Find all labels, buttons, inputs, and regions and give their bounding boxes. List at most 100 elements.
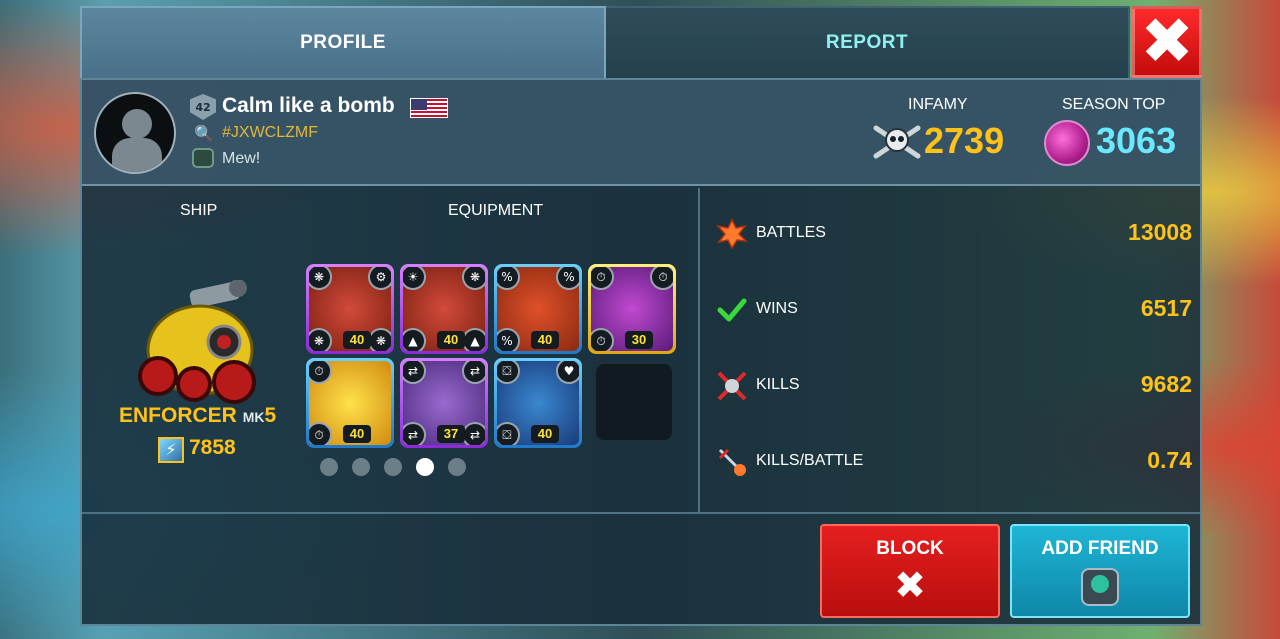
avatar-head-icon [122,109,152,139]
card-level: 40 [531,425,559,443]
tab-profile[interactable]: PROFILE [80,6,606,78]
equipment-card[interactable]: ❋ ⚙ ❋ ❋ 40 [306,264,394,354]
equipment-card[interactable]: ⛋ ♥ ⛋ 40 [494,358,582,448]
stat-row-wins: WINS 6517 [716,290,1192,330]
search-icon: 🔍 [194,124,214,143]
bff-icon [1081,568,1119,606]
player-status: Mew! [222,150,261,167]
page-dot[interactable] [448,458,466,476]
wins-label: WINS [756,300,798,317]
battles-label: BATTLES [756,224,826,241]
wins-value: 6517 [1140,295,1192,321]
avatar-body-icon [112,138,162,172]
empty-equipment-slot[interactable] [596,364,672,440]
profile-body: 42 Calm like a bomb 🔍 #JXWCLZMF Mew! INF… [80,78,1202,626]
explosion-icon [716,218,748,250]
kills-per-battle-value: 0.74 [1147,447,1192,473]
ship-name-text: ENFORCER [119,404,237,427]
beetle-icon: ❋ [309,267,332,290]
shield-icon: ⛋ [497,361,520,384]
card-level: 40 [343,425,371,443]
player-tag[interactable]: #JXWCLZMF [222,124,318,142]
flame-icon: ▲ [462,328,485,351]
timer-icon: ⏱ [591,267,614,290]
kills-value: 9682 [1140,371,1192,397]
timer-icon: ⏱ [650,267,673,290]
x-icon: ✖ [894,563,926,607]
beetle-icon: ❋ [368,328,391,351]
percent-icon: % [556,267,579,290]
player-header: 42 Calm like a bomb 🔍 #JXWCLZMF Mew! INF… [82,80,1200,186]
stats-section: BATTLES 13008 WINS 6517 KILLS 9682 KILLS… [702,188,1200,512]
kills-per-battle-label: KILLS/BATTLE [756,452,864,469]
crossed-skull-icon [717,371,747,401]
tab-report[interactable]: REPORT [606,6,1130,78]
percent-icon: % [497,267,520,290]
timer-icon: ⏱ [591,328,614,351]
card-level: 40 [437,331,465,349]
percent-icon: % [497,328,520,351]
add-friend-button-label: ADD FRIEND [1041,538,1159,559]
block-button-label: BLOCK [876,538,944,559]
block-button[interactable]: BLOCK ✖ [820,524,1000,618]
tab-bar: PROFILE REPORT [80,6,1130,78]
stat-row-battles: BATTLES 13008 [716,214,1192,254]
stat-row-kills: KILLS 9682 [716,366,1192,406]
season-trophy-icon [1044,120,1090,166]
battles-value: 13008 [1128,219,1192,245]
us-flag-icon [410,98,448,118]
infamy-value: 2739 [924,120,1005,161]
card-level: 30 [625,331,653,349]
season-top-label: SEASON TOP [1062,96,1166,113]
arrows-icon: ⇄ [462,422,485,445]
timer-icon: ⏱ [309,361,332,384]
arrows-icon: ⇄ [403,361,426,384]
ship-label: SHIP [180,202,218,219]
ship-mk-label: MK [242,409,265,425]
kills-label: KILLS [756,376,800,393]
power-bolt-icon: ⚡ [158,437,184,463]
ship-name: ENFORCER MK5 [119,404,276,428]
arrows-icon: ⇄ [462,361,485,384]
page-dot-active[interactable] [416,458,434,476]
flame-icon: ▲ [403,328,426,351]
page-dot[interactable] [352,458,370,476]
beetle-icon: ❋ [462,267,485,290]
add-friend-button[interactable]: ADD FRIEND [1010,524,1190,618]
page-indicator [320,458,466,476]
avatar[interactable] [94,92,176,174]
enforcer-ship-icon[interactable] [134,280,264,410]
page-dot[interactable] [384,458,402,476]
arrows-icon: ⇄ [403,422,426,445]
sword-explosion-icon [718,448,746,476]
profile-panel: PROFILE REPORT ✖ 42 Calm like a bomb 🔍 #… [80,6,1202,626]
shield-icon: ⛋ [497,422,520,445]
ship-mk-number: 5 [264,404,277,427]
equipment-label: EQUIPMENT [448,202,544,219]
season-top-value: 3063 [1096,120,1177,161]
sun-icon: ☀ [403,267,426,290]
team-icon [192,148,214,168]
equipment-card[interactable]: % % % 40 [494,264,582,354]
loadout-section: SHIP EQUIPMENT ENFORCER MK5 ⚡ 7858 ❋ ⚙ ❋… [82,188,700,512]
skull-crossbones-icon [873,125,921,159]
card-level: 40 [531,331,559,349]
page-dot[interactable] [320,458,338,476]
gear-icon: ⚙ [368,267,391,290]
equipment-card[interactable]: ⏱ ⏱ ⏱ 30 [588,264,676,354]
player-name: Calm like a bomb [222,94,395,117]
checkmark-icon [717,298,747,322]
equipment-card[interactable]: ⏱ ⏱ 40 [306,358,394,448]
ship-power-value: 7858 [189,436,236,459]
infamy-label: INFAMY [908,96,968,113]
card-level: 40 [343,331,371,349]
equipment-card[interactable]: ☀ ❋ ▲ ▲ 40 [400,264,488,354]
close-button[interactable]: ✖ [1132,6,1202,78]
card-level: 37 [437,425,465,443]
heart-icon: ♥ [556,361,579,384]
stat-row-kills-per-battle: KILLS/BATTLE 0.74 [716,442,1192,482]
beetle-icon: ❋ [309,328,332,351]
action-bar: BLOCK ✖ ADD FRIEND [82,512,1200,624]
equipment-card[interactable]: ⇄ ⇄ ⇄ ⇄ 37 [400,358,488,448]
close-icon: ✖ [1140,5,1194,79]
